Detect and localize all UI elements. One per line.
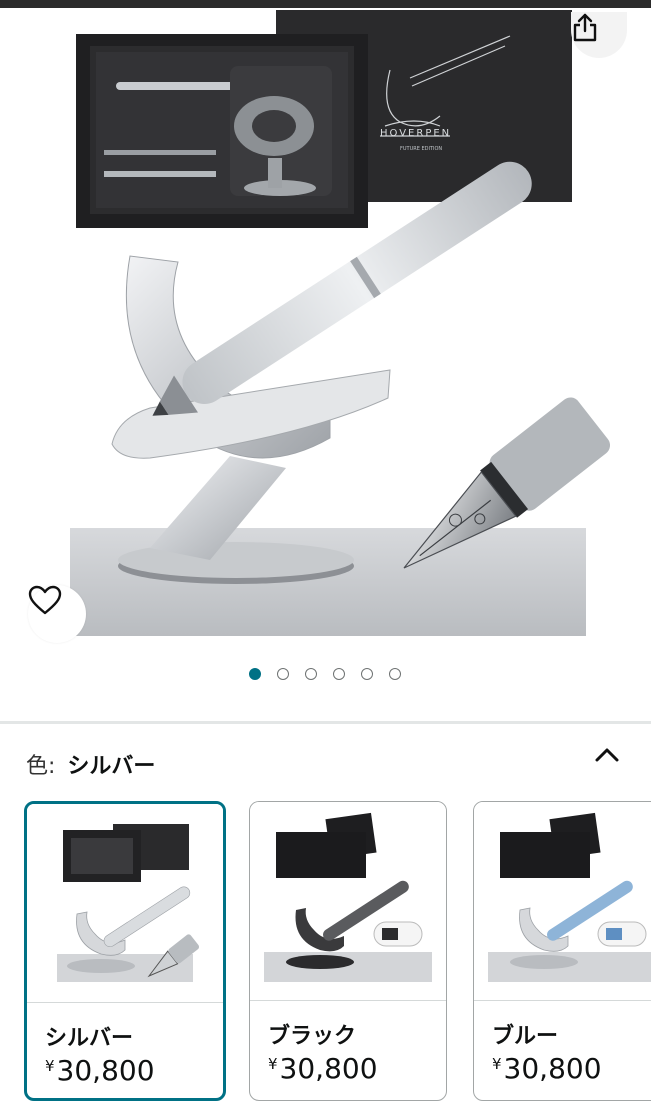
collapse-button[interactable] — [590, 741, 624, 771]
carousel-dot-1[interactable] — [249, 668, 261, 680]
heart-outline-icon — [28, 585, 62, 615]
carousel-pagination — [0, 668, 651, 688]
variation-option-name: ブラック — [268, 1024, 357, 1049]
variation-option-name: ブルー — [492, 1024, 559, 1049]
variation-thumbnail — [27, 804, 223, 1003]
box-edition-text: FUTURE EDITION — [400, 146, 442, 152]
product-image[interactable]: HOVERPEN FUTURE EDITION — [0, 8, 651, 648]
black-pen-thumbnail-image — [264, 812, 432, 982]
variation-options: シルバー ¥30,800 ブラック ¥30,800 ブルー ¥30,800 — [24, 801, 651, 1101]
carousel-dot-5[interactable] — [361, 668, 373, 680]
hero-illustration: HOVERPEN FUTURE EDITION — [70, 10, 611, 636]
section-divider — [0, 721, 651, 724]
variation-selected-value: シルバー — [67, 754, 156, 779]
price-value: 30,800 — [503, 1052, 602, 1085]
carousel-dot-3[interactable] — [305, 668, 317, 680]
variation-option-price: ¥30,800 — [492, 1052, 602, 1085]
box-brand-text: HOVERPEN — [380, 128, 451, 139]
silver-pen-thumbnail-image — [57, 824, 200, 982]
carousel-dot-2[interactable] — [277, 668, 289, 680]
currency-symbol: ¥ — [45, 1057, 55, 1075]
currency-symbol: ¥ — [268, 1055, 278, 1073]
share-icon — [573, 13, 597, 42]
variation-option-black[interactable]: ブラック ¥30,800 — [249, 801, 447, 1101]
variation-option-silver[interactable]: シルバー ¥30,800 — [24, 801, 226, 1101]
variation-thumbnail — [474, 802, 651, 1001]
carousel-dot-4[interactable] — [333, 668, 345, 680]
price-value: 30,800 — [279, 1052, 378, 1085]
variation-option-name: シルバー — [45, 1026, 134, 1051]
price-value: 30,800 — [56, 1054, 155, 1087]
chevron-up-icon — [595, 748, 619, 762]
wishlist-button[interactable] — [28, 585, 86, 643]
blue-pen-thumbnail-image — [488, 812, 651, 982]
variation-label: 色: — [26, 754, 56, 779]
carousel-dot-6[interactable] — [389, 668, 401, 680]
variation-option-price: ¥30,800 — [45, 1054, 155, 1087]
variation-header[interactable]: 色: シルバー — [26, 746, 626, 782]
variation-option-blue[interactable]: ブルー ¥30,800 — [473, 801, 651, 1101]
variation-option-price: ¥30,800 — [268, 1052, 378, 1085]
status-bar — [0, 0, 651, 8]
currency-symbol: ¥ — [492, 1055, 502, 1073]
variation-thumbnail — [250, 802, 446, 1001]
